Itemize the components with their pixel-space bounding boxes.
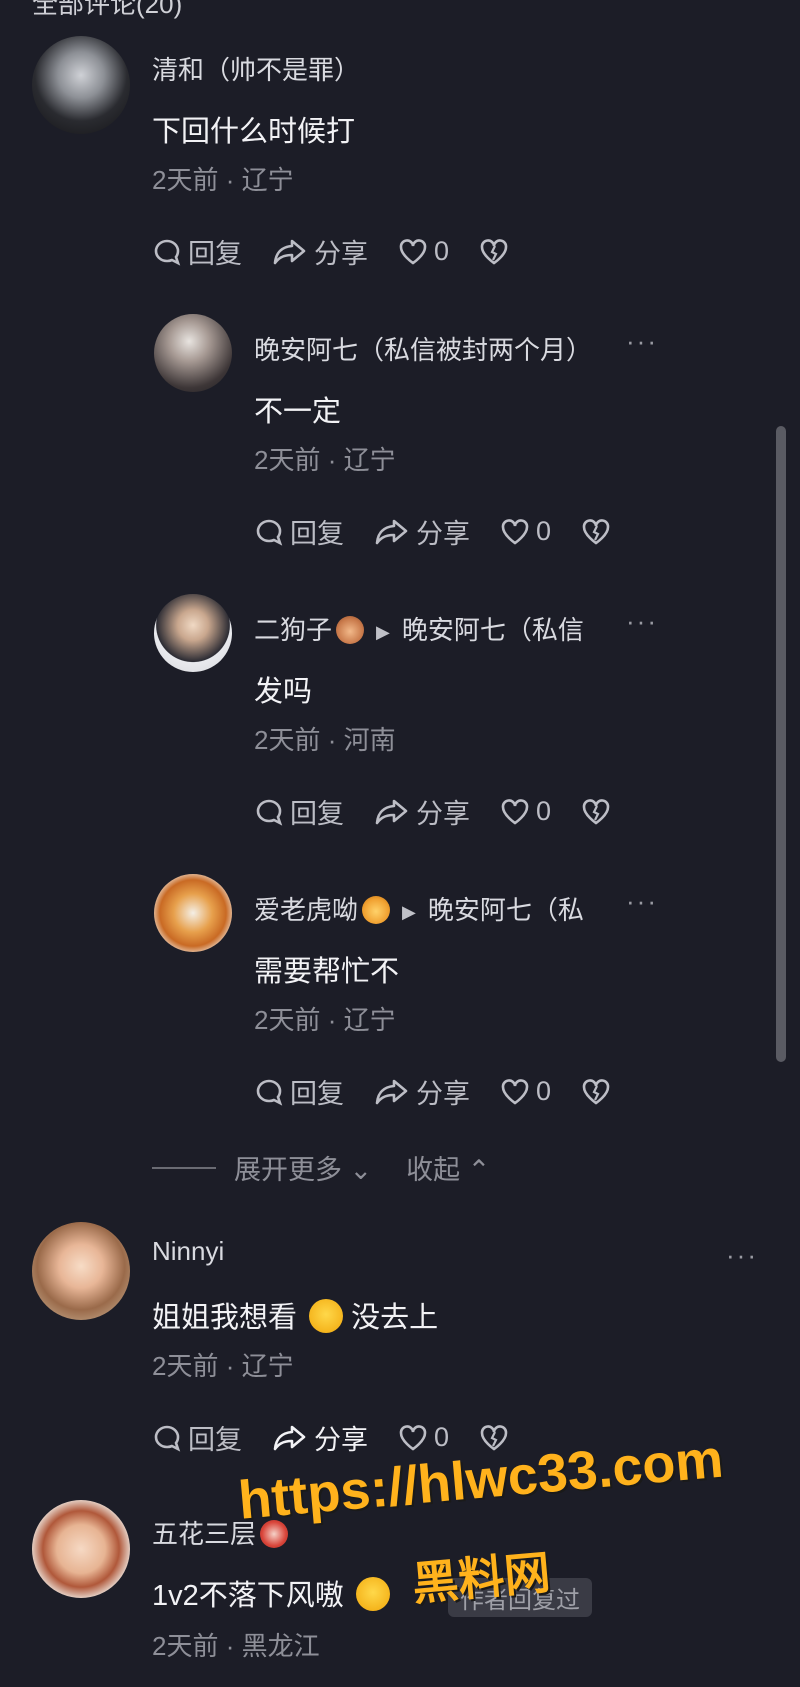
username[interactable]: 晚安阿七（私信被封两个月）: [254, 330, 592, 367]
share-button[interactable]: 分享: [272, 1418, 368, 1457]
avatar[interactable]: [32, 1222, 130, 1320]
like-count: 0: [434, 1422, 450, 1452]
avatar[interactable]: [154, 594, 232, 672]
username[interactable]: 二狗子 ▶ 晚安阿七（私信: [254, 610, 584, 647]
comment-text: 1v2不落下风嗷: [152, 1572, 390, 1614]
username[interactable]: 清和（帅不是罪）: [152, 50, 360, 87]
dislike-button[interactable]: [581, 798, 617, 826]
reply-arrow-icon: ▶: [402, 901, 416, 922]
share-button[interactable]: 分享: [374, 792, 470, 831]
collapse-button[interactable]: 收起 ⌃: [406, 1148, 490, 1187]
like-button[interactable]: 0: [500, 796, 551, 827]
tiger-emoji-icon: [362, 896, 391, 924]
comment-actions: 回复 分享 0: [254, 512, 647, 551]
reply-button[interactable]: 回复: [152, 1418, 242, 1457]
comment-text: 不一定: [254, 396, 342, 428]
comment-text: 需要帮忙不: [254, 956, 400, 988]
avatar[interactable]: [32, 36, 130, 134]
like-count: 0: [536, 516, 552, 546]
heart-icon: [399, 238, 427, 265]
surprised-emoji-icon: [355, 1577, 390, 1611]
avatar[interactable]: [154, 314, 232, 392]
comment-actions: 回复 分享 0: [152, 232, 545, 271]
reply-arrow-icon: ▶: [376, 621, 390, 642]
like-button[interactable]: 0: [398, 1422, 449, 1453]
divider: [152, 1166, 216, 1169]
reply-icon: [154, 1425, 181, 1452]
broken-heart-icon: [480, 238, 508, 265]
like-button[interactable]: 0: [500, 1076, 551, 1107]
more-options-icon[interactable]: ···: [726, 1240, 758, 1271]
comment-actions: 回复 分享 0: [254, 792, 647, 831]
reply-button[interactable]: 回复: [254, 792, 344, 831]
like-count: 0: [434, 236, 450, 266]
share-button[interactable]: 分享: [374, 512, 470, 551]
like-button[interactable]: 0: [500, 516, 551, 547]
reply-icon: [256, 799, 283, 826]
comments-header: 全部评论(20): [32, 0, 183, 19]
reply-button[interactable]: 回复: [254, 512, 344, 551]
heart-icon: [501, 798, 529, 825]
heart-icon: [501, 518, 529, 545]
dog-emoji-icon: [336, 616, 365, 644]
crying-emoji-icon: [309, 1299, 344, 1333]
like-button[interactable]: 0: [398, 236, 449, 267]
more-options-icon[interactable]: ···: [626, 886, 658, 917]
share-icon: [375, 519, 408, 544]
dislike-button[interactable]: [581, 1078, 617, 1106]
heart-icon: [399, 1424, 427, 1451]
more-options-icon[interactable]: ···: [626, 326, 658, 357]
more-options-icon[interactable]: ···: [626, 606, 658, 637]
broken-heart-icon: [582, 1078, 610, 1105]
comment-text: 下回什么时候打: [152, 116, 356, 148]
share-button[interactable]: 分享: [374, 1072, 470, 1111]
comment-meta: 2天前 · 河南: [254, 725, 396, 755]
comment-meta: 2天前 · 辽宁: [152, 1351, 294, 1381]
expand-more-button[interactable]: 展开更多 ⌄: [234, 1148, 372, 1187]
dislike-button[interactable]: [479, 238, 515, 266]
share-icon: [273, 239, 306, 264]
reply-icon: [256, 1079, 283, 1106]
comment-meta: 2天前 · 黑龙江: [152, 1631, 320, 1661]
share-icon: [375, 799, 408, 824]
comment-meta: 2天前 · 辽宁: [254, 1005, 396, 1035]
dislike-button[interactable]: [581, 518, 617, 546]
username[interactable]: 爱老虎呦 ▶ 晚安阿七（私: [254, 890, 584, 927]
comment-text: 发吗: [254, 676, 313, 708]
thread-controls: 展开更多 ⌄ 收起 ⌃: [152, 1148, 490, 1187]
avatar[interactable]: [32, 1500, 130, 1598]
share-button[interactable]: 分享: [272, 232, 368, 271]
like-count: 0: [536, 1076, 552, 1106]
username[interactable]: Ninnyi: [152, 1236, 224, 1267]
broken-heart-icon: [582, 798, 610, 825]
comment-actions: 回复 分享 0: [254, 1072, 647, 1111]
comments-panel: 全部评论(20) 清和（帅不是罪） 下回什么时候打 2天前 · 辽宁 回复 分享…: [0, 0, 800, 1687]
comment-meta: 2天前 · 辽宁: [152, 165, 294, 195]
heart-icon: [501, 1078, 529, 1105]
comment-meta: 2天前 · 辽宁: [254, 445, 396, 475]
reply-button[interactable]: 回复: [254, 1072, 344, 1111]
chevron-down-icon: ⌄: [342, 1155, 373, 1185]
avatar[interactable]: [154, 874, 232, 952]
reply-icon: [154, 239, 181, 266]
reply-icon: [256, 519, 283, 546]
comment-text: 姐姐我想看 没去上: [152, 1294, 438, 1336]
share-icon: [375, 1079, 408, 1104]
watermark-name: 黑料网: [410, 1546, 553, 1610]
scrollbar[interactable]: [776, 426, 786, 1062]
broken-heart-icon: [582, 518, 610, 545]
like-count: 0: [536, 796, 552, 826]
share-icon: [273, 1425, 306, 1450]
chevron-up-icon: ⌃: [460, 1155, 491, 1185]
reply-button[interactable]: 回复: [152, 232, 242, 271]
